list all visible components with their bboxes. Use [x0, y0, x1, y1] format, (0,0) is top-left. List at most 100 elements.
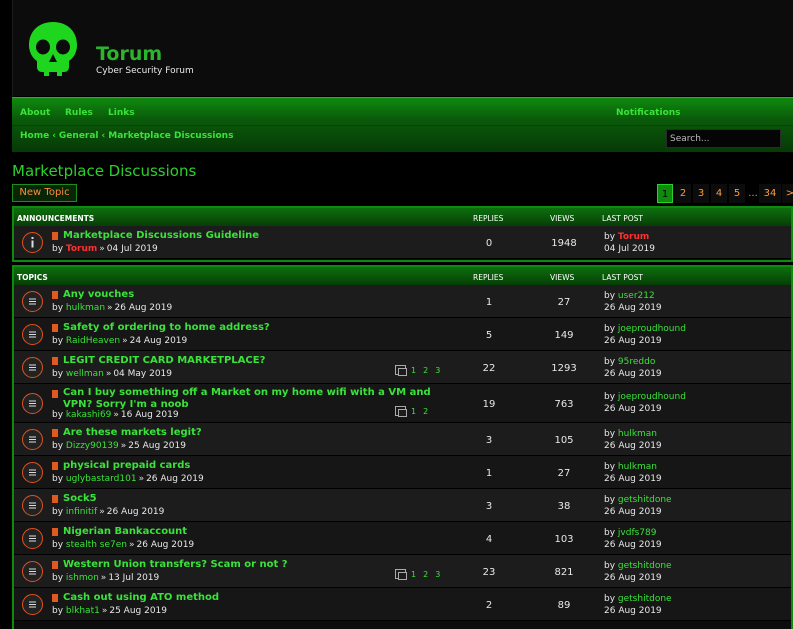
- topic-row[interactable]: Western Union transfers? Scam or not ? by…: [14, 555, 791, 588]
- topic-author[interactable]: blkhat1: [66, 606, 100, 616]
- arrow-icon: »: [113, 410, 119, 420]
- nav-rules[interactable]: Rules: [65, 108, 93, 118]
- topic-row[interactable]: physical prepaid cards by uglybastard101»…: [14, 456, 791, 489]
- topic-title[interactable]: Are these markets legit?: [63, 427, 202, 438]
- last-post-date: 26 Aug 2019: [604, 507, 662, 517]
- topic-author[interactable]: RaidHeaven: [66, 336, 120, 346]
- topic-row[interactable]: Any vouches by hulkman» 26 Aug 2019 1 27 by u…: [14, 285, 791, 318]
- last-post-user[interactable]: getshitdone: [618, 594, 672, 604]
- last-post-by: by user212: [604, 291, 655, 301]
- chevron-left-icon: ‹: [101, 131, 106, 141]
- last-post-user[interactable]: hulkman: [618, 462, 657, 472]
- breadcrumb-current[interactable]: Marketplace Discussions: [108, 131, 233, 141]
- site-title[interactable]: Torum: [96, 43, 162, 65]
- topic-title[interactable]: Safety of ordering to home address?: [63, 322, 270, 333]
- new-topic-button[interactable]: New Topic: [12, 184, 77, 202]
- topic-title[interactable]: Any vouches: [63, 289, 134, 300]
- last-post-user[interactable]: user212: [618, 291, 655, 301]
- col-last-post: LAST POST: [602, 214, 643, 223]
- last-post-user[interactable]: Torum: [618, 232, 649, 242]
- view-count: 27: [557, 468, 571, 479]
- topic-page-link[interactable]: 3: [435, 366, 440, 375]
- topic-page-link[interactable]: 2: [423, 407, 428, 416]
- topic-row[interactable]: LEGIT CREDIT CARD MARKETPLACE? by wellman…: [14, 351, 791, 384]
- by-label: by: [52, 507, 64, 517]
- announcement-row[interactable]: Marketplace Discussions Guideline by Tor…: [14, 226, 791, 259]
- last-post-by: by hulkman: [604, 429, 658, 439]
- topic-title[interactable]: Sock5: [63, 493, 97, 504]
- topic-author[interactable]: wellman: [66, 369, 104, 379]
- topic-title[interactable]: Marketplace Discussions Guideline: [63, 230, 259, 241]
- topic-author[interactable]: stealth se7en: [66, 540, 127, 550]
- last-post-user[interactable]: joeproudhound: [618, 324, 686, 334]
- arrow-icon: »: [101, 606, 108, 616]
- topic-row[interactable]: Can I buy something off a Market on my h…: [14, 384, 791, 423]
- topic-author[interactable]: uglybastard101: [66, 474, 137, 484]
- page-1[interactable]: 1: [657, 184, 673, 203]
- topic-author[interactable]: Dizzy90139: [66, 441, 119, 451]
- last-post-date: 26 Aug 2019: [604, 369, 662, 379]
- topic-page-link[interactable]: 3: [435, 570, 440, 579]
- arrow-icon: »: [128, 540, 135, 550]
- topic-byline: by uglybastard101» 26 Aug 2019: [52, 474, 204, 484]
- nav-notifications[interactable]: Notifications: [616, 108, 681, 118]
- page-2[interactable]: 2: [675, 184, 691, 203]
- topic-row[interactable]: Are these markets legit? by Dizzy90139» 25…: [14, 423, 791, 456]
- topic-row[interactable]: Cash out using ATO method by blkhat1» 25 A…: [14, 588, 791, 621]
- topic-row[interactable]: Nigerian Bankaccount by stealth se7en» 26 …: [14, 522, 791, 555]
- arrow-icon: »: [107, 303, 113, 313]
- topic-date: 24 Aug 2019: [129, 336, 188, 346]
- topic-byline: by Dizzy90139» 25 Aug 2019: [52, 441, 186, 451]
- last-post-user[interactable]: 95reddo: [618, 357, 655, 367]
- topic-row[interactable]: Safety of ordering to home address? by Ra…: [14, 318, 791, 351]
- last-post-user[interactable]: getshitdone: [618, 561, 672, 571]
- col-last-post: LAST POST: [602, 273, 643, 282]
- topic-page-link[interactable]: 1: [411, 570, 416, 579]
- search-input[interactable]: [666, 129, 781, 148]
- topic-date: 04 Jul 2019: [106, 244, 158, 254]
- last-post-by: by joeproudhound: [604, 392, 686, 402]
- skull-icon[interactable]: [27, 20, 79, 78]
- arrow-icon: »: [138, 474, 145, 484]
- topic-title[interactable]: LEGIT CREDIT CARD MARKETPLACE?: [63, 355, 265, 366]
- last-post-user[interactable]: jvdfs789: [618, 528, 657, 538]
- topic-author[interactable]: ishmon: [66, 573, 99, 583]
- view-count: 149: [554, 330, 574, 341]
- page-5[interactable]: 5: [729, 184, 745, 203]
- topic-bubble-icon: [22, 429, 43, 450]
- topic-page-link[interactable]: 2: [423, 366, 428, 375]
- nav-about[interactable]: About: [20, 108, 50, 118]
- topic-author[interactable]: infinitif: [66, 507, 97, 517]
- topic-title[interactable]: Nigerian Bankaccount: [63, 526, 187, 537]
- topic-bubble-icon: [22, 393, 43, 414]
- topic-title[interactable]: physical prepaid cards: [63, 460, 190, 471]
- page-4[interactable]: 4: [711, 184, 727, 203]
- topic-author[interactable]: Torum: [66, 244, 97, 254]
- view-count: 103: [554, 534, 574, 545]
- breadcrumb-general[interactable]: General: [59, 131, 99, 141]
- breadcrumb-home[interactable]: Home: [20, 131, 49, 141]
- topic-title[interactable]: Western Union transfers? Scam or not ?: [63, 559, 288, 570]
- site-subtitle: Cyber Security Forum: [96, 66, 194, 76]
- nav-links[interactable]: Links: [108, 108, 135, 118]
- topic-byline: by infinitif» 26 Aug 2019: [52, 507, 164, 517]
- topic-author[interactable]: hulkman: [66, 303, 105, 313]
- topic-page-link[interactable]: 2: [423, 570, 428, 579]
- last-post-user[interactable]: hulkman: [618, 429, 657, 439]
- topic-bubble-icon: [22, 357, 43, 378]
- view-count: 1293: [551, 363, 577, 374]
- page-next[interactable]: >: [782, 184, 793, 203]
- topic-page-link[interactable]: 1: [411, 366, 416, 375]
- file-icon: [52, 594, 58, 602]
- topic-author[interactable]: kakashi69: [66, 410, 111, 420]
- topic-row[interactable]: Sock5 by infinitif» 26 Aug 2019 3 38 by getsh…: [14, 489, 791, 522]
- last-post-user[interactable]: getshitdone: [618, 495, 672, 505]
- last-post-user[interactable]: joeproudhound: [618, 392, 686, 402]
- topic-page-link[interactable]: 1: [411, 407, 416, 416]
- page-3[interactable]: 3: [693, 184, 709, 203]
- topic-bubble-icon: [22, 561, 43, 582]
- topics-header: TOPICS REPLIES VIEWS LAST POST: [14, 267, 791, 285]
- topic-title[interactable]: Cash out using ATO method: [63, 592, 219, 603]
- announcements-header: ANNOUNCEMENTS REPLIES VIEWS LAST POST: [14, 208, 791, 226]
- page-34[interactable]: 34: [759, 184, 781, 203]
